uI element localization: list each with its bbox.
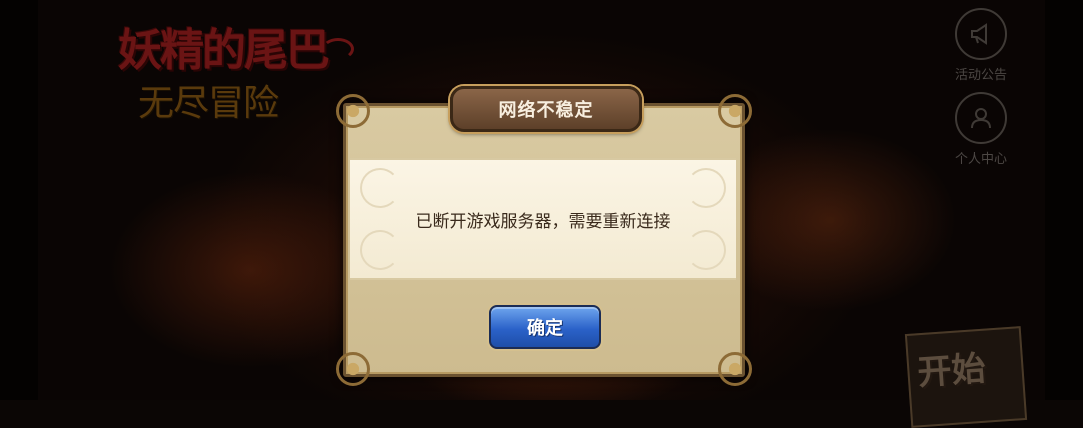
swirl-ornament xyxy=(686,168,726,208)
profile-button[interactable]: 个人中心 xyxy=(946,92,1016,167)
corner-ornament xyxy=(718,352,752,386)
dialog-title: 网络不稳定 xyxy=(498,100,594,121)
right-letterbox xyxy=(1045,0,1083,400)
logo-subtitle: 无尽冒险 xyxy=(138,83,279,124)
swirl-ornament xyxy=(686,230,726,270)
corner-ornament xyxy=(336,94,370,128)
logo-swoosh xyxy=(322,38,354,60)
logo-title: 妖精的尾巴 xyxy=(118,25,330,76)
dialog-message-panel: 已断开游戏服务器，需要重新连接 xyxy=(350,158,736,280)
swirl-ornament xyxy=(360,230,400,270)
notice-button[interactable]: 活动公告 xyxy=(946,8,1016,83)
person-icon xyxy=(955,92,1007,144)
corner-ornament xyxy=(336,352,370,386)
game-logo: 妖精的尾巴 无尽冒险 xyxy=(112,10,354,124)
notice-label: 活动公告 xyxy=(954,68,1007,83)
megaphone-icon xyxy=(955,8,1007,60)
start-game-button[interactable]: 开始 xyxy=(904,326,1028,428)
dialog-message: 已断开游戏服务器，需要重新连接 xyxy=(415,211,671,232)
corner-ornament xyxy=(718,94,752,128)
left-letterbox xyxy=(0,0,38,400)
dialog-title-plate: 网络不稳定 xyxy=(450,86,642,132)
swirl-ornament xyxy=(360,168,400,208)
confirm-button-label: 确定 xyxy=(527,318,563,339)
profile-label: 个人中心 xyxy=(954,152,1007,167)
network-error-dialog: 网络不稳定 已断开游戏服务器，需要重新连接 确定 xyxy=(336,86,752,386)
confirm-button[interactable]: 确定 xyxy=(489,305,601,349)
start-game-label: 开始 xyxy=(916,348,987,394)
